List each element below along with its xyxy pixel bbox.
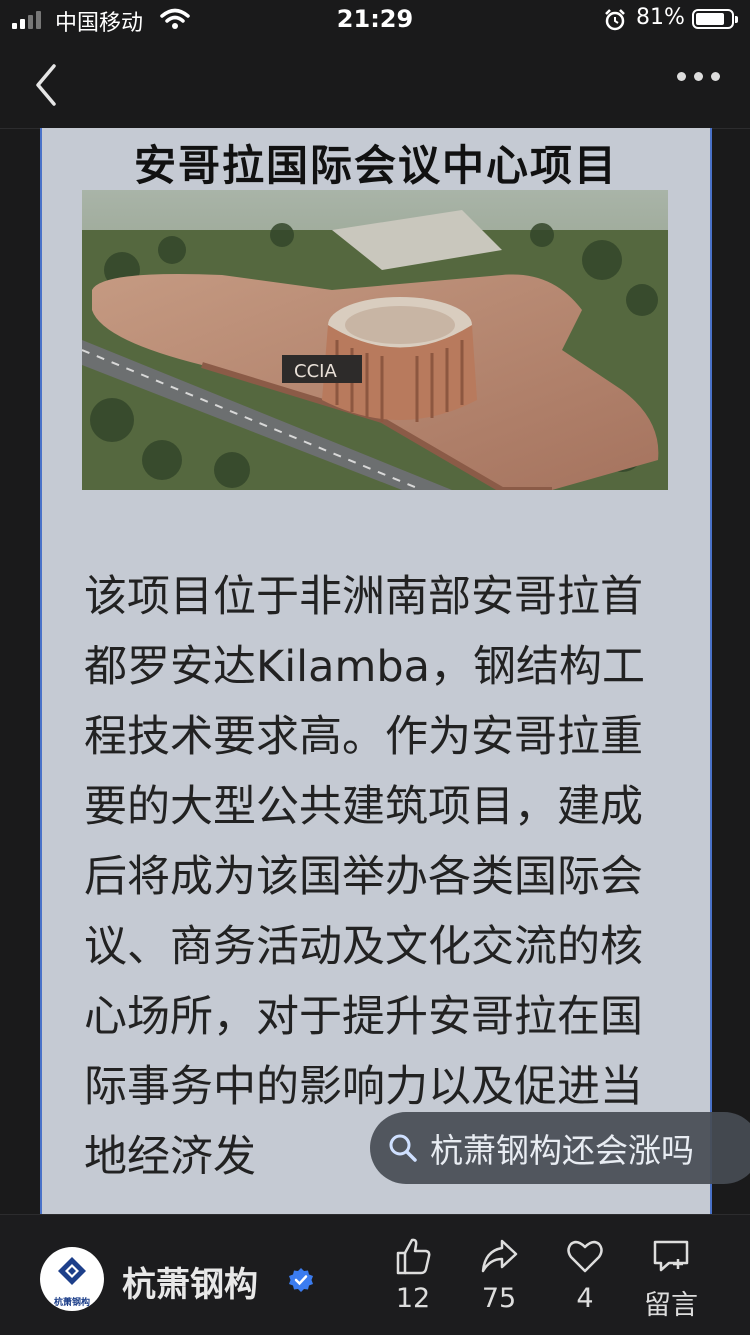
like-button[interactable]: 12 bbox=[378, 1235, 448, 1314]
bottom-action-bar: 杭萧钢构 杭萧钢构 12 75 4 留言 bbox=[0, 1214, 750, 1335]
share-button[interactable]: 75 bbox=[464, 1235, 534, 1314]
share-count: 75 bbox=[481, 1283, 517, 1314]
article-heading: 安哥拉国际会议中心项目 bbox=[133, 141, 618, 190]
thumbs-up-icon bbox=[396, 1238, 431, 1275]
verified-badge-icon bbox=[289, 1268, 313, 1292]
related-search-chip[interactable]: 杭萧钢构还会涨吗 bbox=[370, 1112, 750, 1184]
related-search-text: 杭萧钢构还会涨吗 bbox=[430, 1131, 694, 1170]
favorite-button[interactable]: 4 bbox=[550, 1235, 620, 1314]
back-arrow-icon[interactable] bbox=[30, 60, 70, 110]
search-icon bbox=[389, 1134, 417, 1162]
battery-percentage: 81% bbox=[636, 5, 685, 30]
article-content: 安哥拉国际会议中心项目 CCIA 该项目位于非洲南部安哥拉首都罗安达Kilamb… bbox=[40, 128, 712, 1214]
comment-button[interactable]: 留言 bbox=[636, 1235, 706, 1322]
nav-bar bbox=[0, 40, 750, 129]
company-logo-icon bbox=[58, 1257, 86, 1285]
share-arrow-icon bbox=[481, 1239, 518, 1273]
like-count: 12 bbox=[395, 1283, 431, 1314]
alarm-icon bbox=[605, 9, 625, 31]
status-bar: 中国移动 21:29 81% bbox=[0, 0, 750, 40]
convention-center-rendering: CCIA bbox=[82, 190, 668, 490]
more-options-icon[interactable] bbox=[677, 72, 720, 81]
account-avatar[interactable]: 杭萧钢构 bbox=[40, 1247, 104, 1311]
heart-icon bbox=[567, 1240, 603, 1273]
favorite-count: 4 bbox=[576, 1283, 594, 1314]
account-name[interactable]: 杭萧钢构 bbox=[122, 1257, 258, 1306]
avatar-label: 杭萧钢构 bbox=[53, 1298, 90, 1308]
comment-label: 留言 bbox=[644, 1290, 698, 1321]
comment-add-icon bbox=[653, 1240, 689, 1272]
battery-icon bbox=[692, 9, 738, 29]
article-body-text: 该项目位于非洲南部安哥拉首都罗安达Kilamba，钢结构工程技术要求高。作为安哥… bbox=[84, 572, 645, 1182]
building-sign-text: CCIA bbox=[294, 361, 337, 382]
